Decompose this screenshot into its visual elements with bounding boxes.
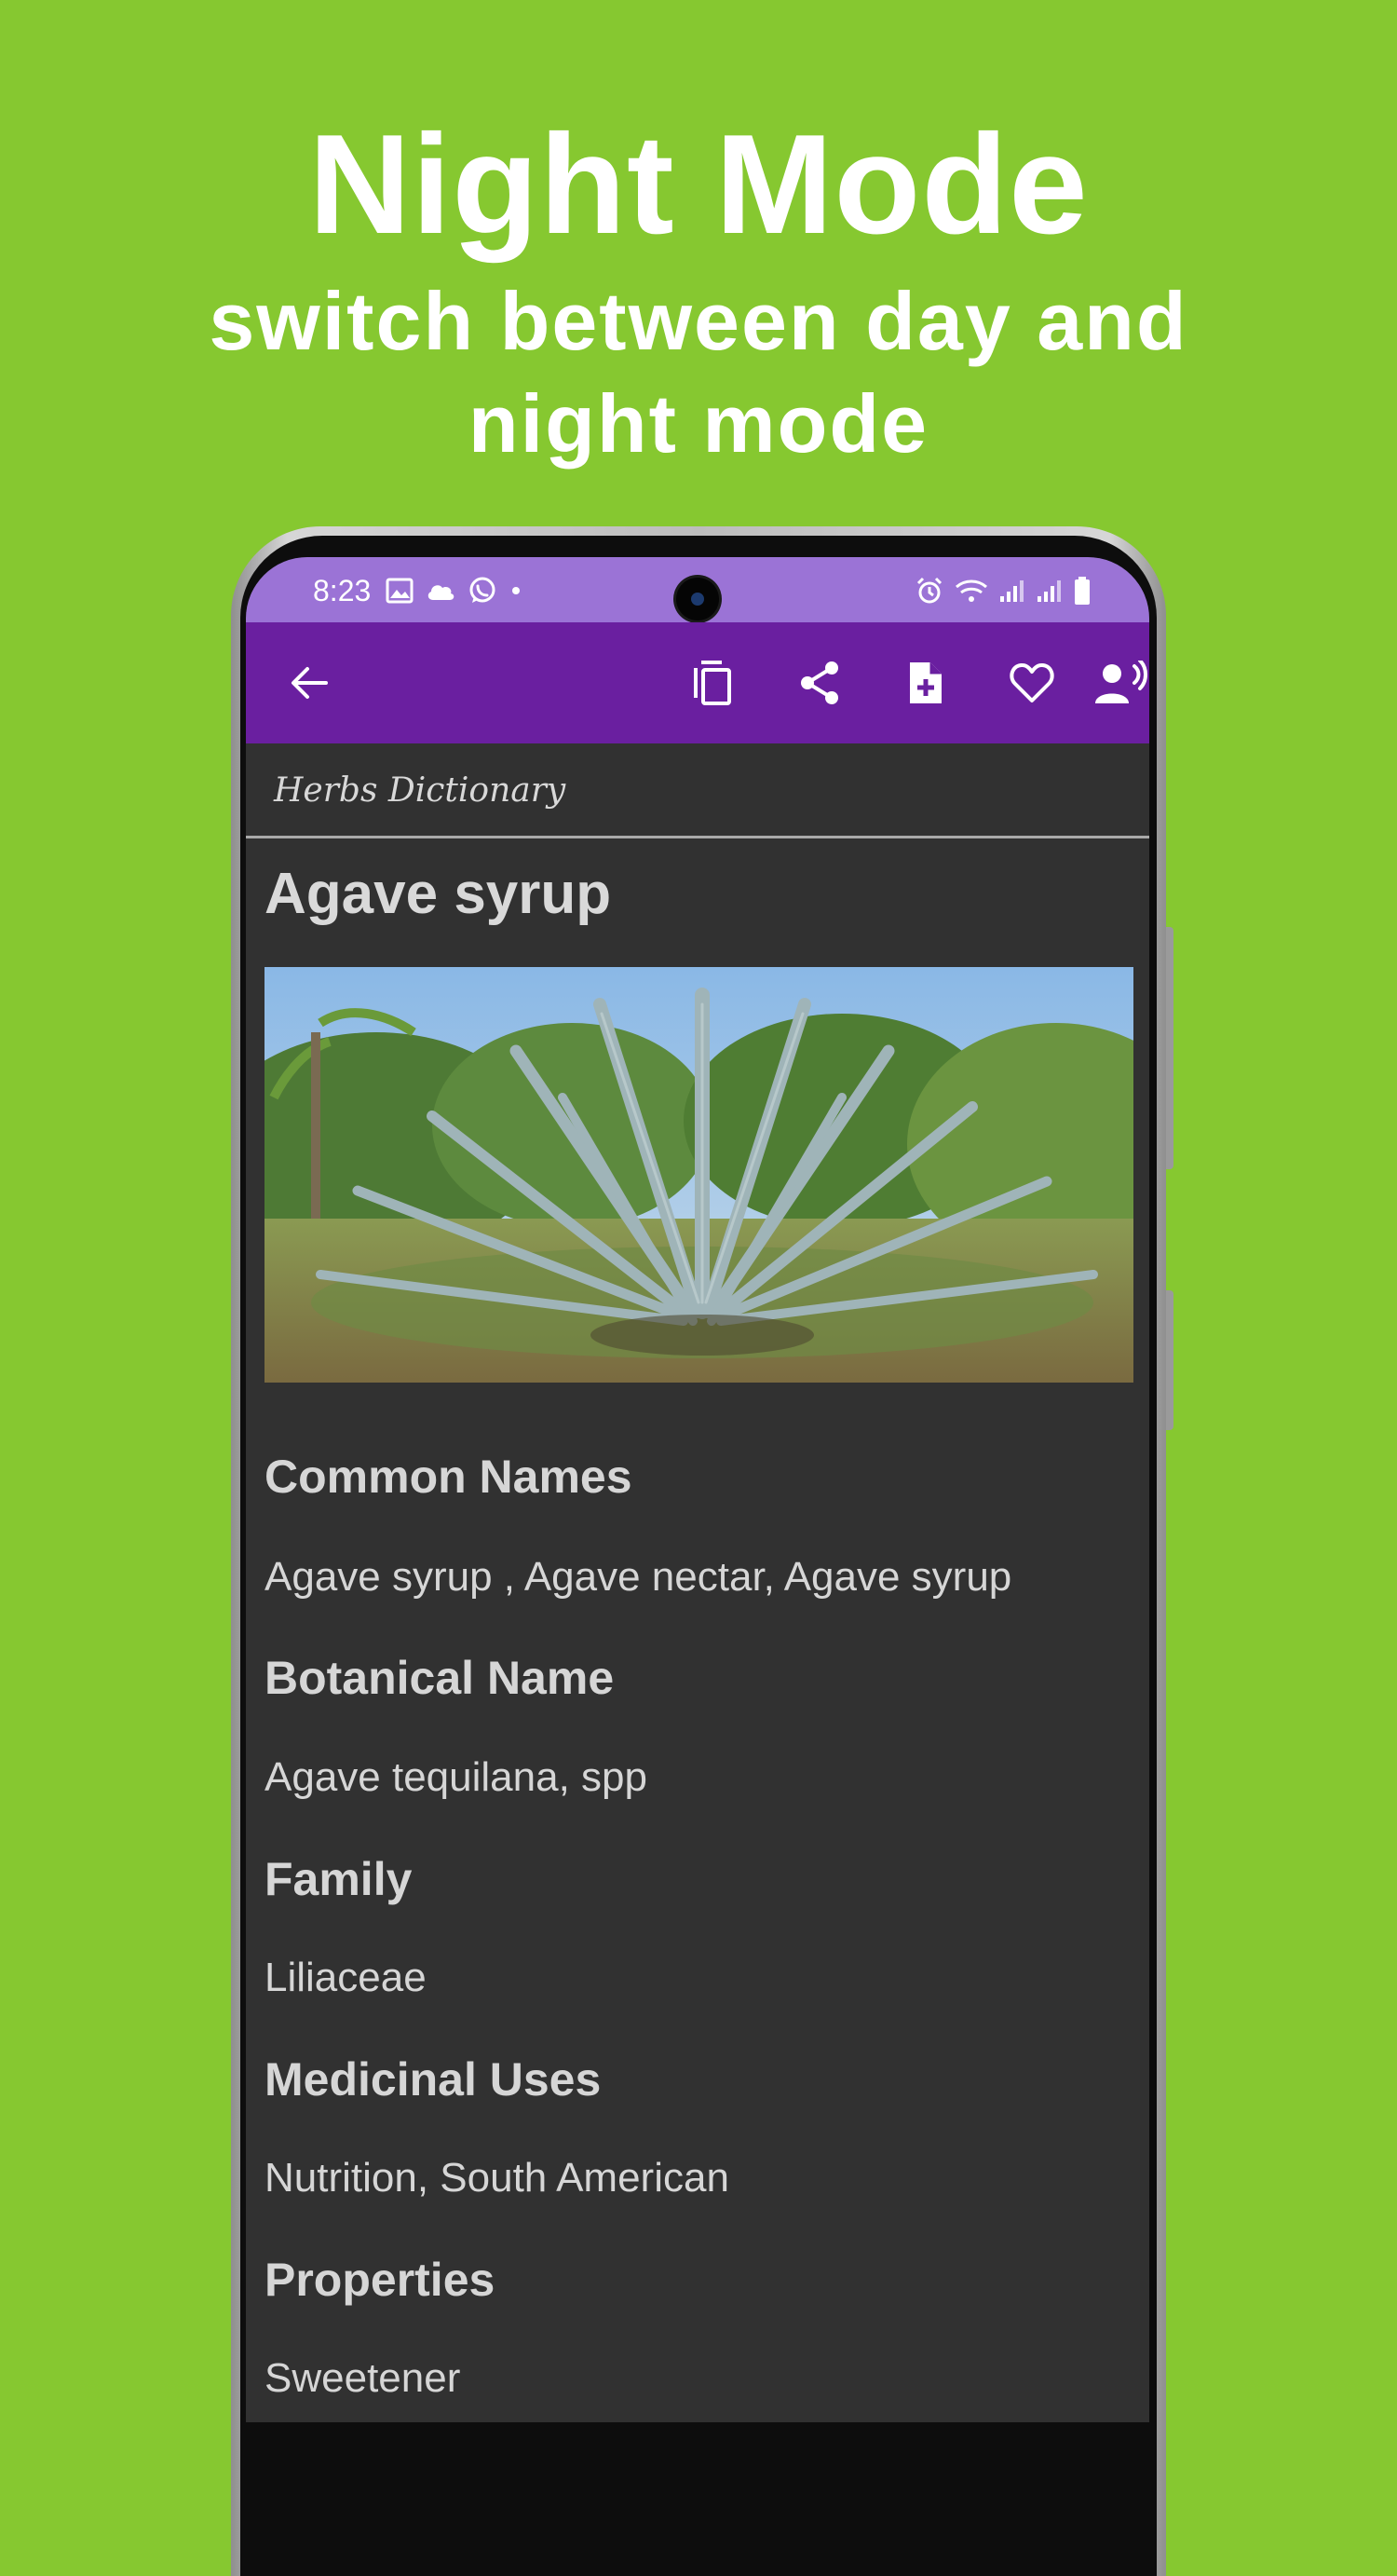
section-heading-properties: Properties: [264, 2254, 495, 2306]
breadcrumb[interactable]: Herbs Dictionary: [246, 743, 1149, 838]
back-arrow-icon: [292, 667, 328, 699]
cloud-icon: [427, 585, 454, 600]
whatsapp-icon: [469, 577, 495, 603]
back-button[interactable]: [272, 646, 346, 720]
section-text-family: Liliaceae: [264, 1955, 427, 2000]
dot-icon: [512, 587, 520, 594]
section-heading-family: Family: [264, 1853, 413, 1905]
promo-subtitle: switch between day and night mode: [209, 275, 1188, 470]
add-note-icon: [910, 662, 942, 703]
share-icon: [801, 661, 838, 704]
section-text-medicinal-uses: Nutrition, South American: [264, 2155, 729, 2201]
share-button[interactable]: [782, 646, 857, 720]
signal-icon: [1038, 580, 1061, 602]
section-heading-botanical-name: Botanical Name: [264, 1652, 615, 1704]
status-icons-right: [915, 572, 1092, 609]
text-to-speech-icon: [1095, 661, 1147, 703]
section-heading-common-names: Common Names: [264, 1451, 632, 1503]
section-text-common-names: Agave syrup , Agave nectar, Agave syrup: [264, 1554, 1012, 1600]
copy-icon: [694, 661, 731, 705]
text-to-speech-button[interactable]: [1084, 646, 1149, 720]
herb-image: [264, 967, 1133, 1383]
app-toolbar: [246, 622, 1149, 743]
phone-screen: 8:23 Herbs Dictionary Agave syrup Common…: [246, 557, 1149, 2422]
section-text-properties: Sweetener: [264, 2355, 461, 2401]
favorite-icon: [1010, 663, 1054, 702]
volume-button: [1166, 927, 1173, 1169]
section-heading-medicinal-uses: Medicinal Uses: [264, 2053, 602, 2106]
herb-title: Agave syrup: [264, 862, 612, 926]
power-button: [1166, 1290, 1173, 1430]
breadcrumb-label: Herbs Dictionary: [274, 771, 566, 810]
gallery-icon: [386, 578, 414, 604]
copy-button[interactable]: [676, 646, 751, 720]
front-camera: [676, 578, 719, 620]
status-time: 8:23: [313, 574, 372, 607]
wifi-icon: [956, 579, 987, 602]
promo-title: Night Mode: [308, 105, 1089, 264]
agave-plant-illustration: [264, 967, 1133, 1383]
alarm-icon: [916, 577, 943, 604]
favorite-button[interactable]: [995, 646, 1069, 720]
status-icons-left: [386, 572, 523, 609]
battery-icon: [1075, 577, 1090, 605]
section-text-botanical-name: Agave tequilana, spp: [264, 1754, 647, 1800]
add-note-button[interactable]: [888, 646, 963, 720]
status-bar: 8:23: [246, 557, 1149, 622]
signal-icon: [1000, 580, 1024, 602]
